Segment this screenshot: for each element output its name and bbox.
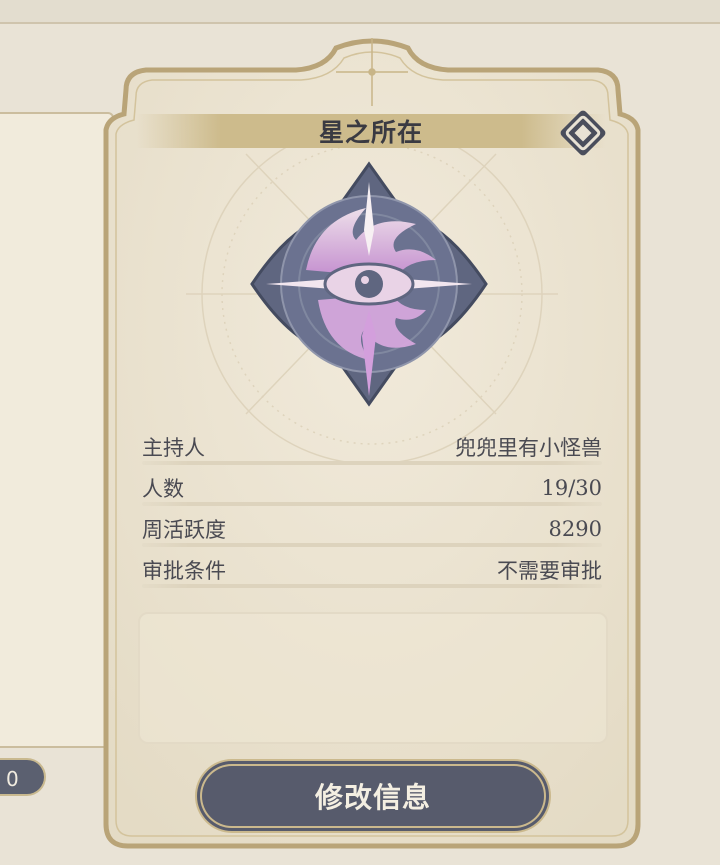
guild-info-list: 主持人 兜兜里有小怪兽 人数 19/30 周活跃度 8290 审批条件 不需要审… <box>142 426 602 590</box>
info-value: 19/30 <box>541 475 602 500</box>
info-row-activity: 周活跃度 8290 <box>142 508 602 549</box>
edit-info-label: 修改信息 <box>314 781 431 814</box>
title-banner: 星之所在 <box>136 114 606 148</box>
info-value: 不需要审批 <box>497 558 602 583</box>
guild-name-title: 星之所在 <box>318 118 423 147</box>
guild-info-card: 星之所在 主持人 兜兜里有小怪兽 人数 19/30 周活跃度 8290 审批条件… <box>96 34 648 856</box>
info-row-members: 人数 19/30 <box>142 467 602 508</box>
info-label: 主持人 <box>142 435 205 460</box>
edit-info-button[interactable]: 修改信息 <box>202 766 544 826</box>
guild-emblem-icon <box>250 161 488 407</box>
info-label: 周活跃度 <box>142 517 226 542</box>
info-row-approval: 审批条件 不需要审批 <box>142 549 602 590</box>
info-value: 兜兜里有小怪兽 <box>455 435 602 460</box>
info-label: 人数 <box>142 476 184 501</box>
swap-icon[interactable] <box>554 104 612 162</box>
info-row-host: 主持人 兜兜里有小怪兽 <box>142 426 602 467</box>
background-top-edge <box>0 0 720 24</box>
info-value: 8290 <box>548 516 602 541</box>
guild-description-box <box>138 612 608 744</box>
left-counter-pill[interactable]: 0 <box>0 758 46 796</box>
left-counter-value: 0 <box>6 767 19 791</box>
info-label: 审批条件 <box>142 558 226 583</box>
